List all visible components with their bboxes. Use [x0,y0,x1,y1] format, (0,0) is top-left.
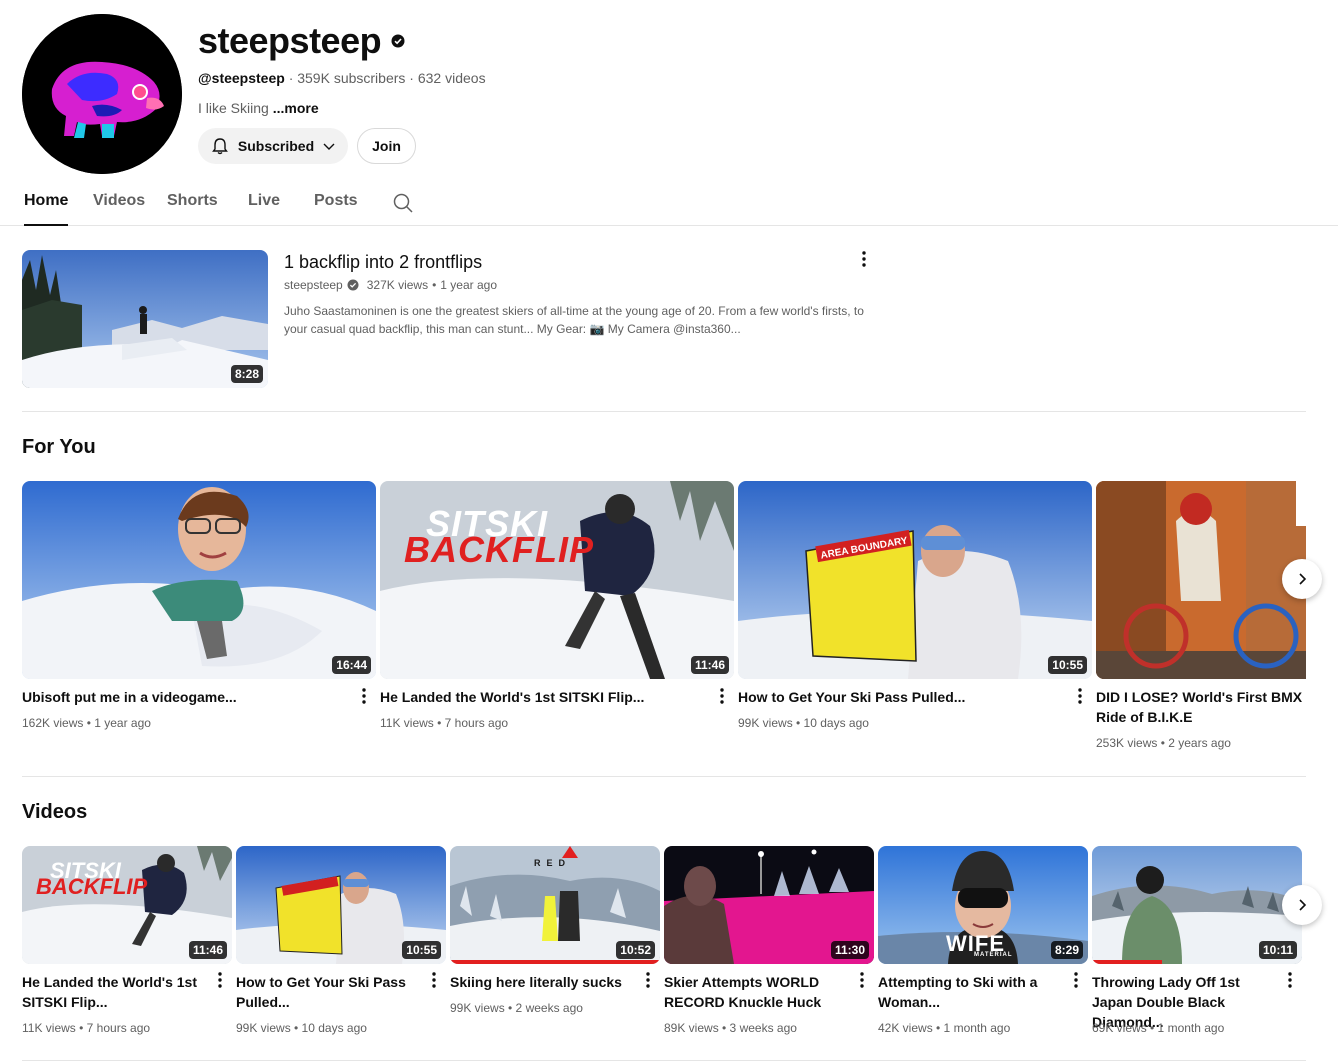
channel-avatar[interactable] [22,14,182,174]
shelf-next-button[interactable] [1282,559,1322,599]
more-actions-icon[interactable] [1068,684,1092,708]
duration-badge: 10:55 [1048,656,1087,674]
resort-logo-text: RED [534,858,572,868]
video-title[interactable]: How to Get Your Ski Pass Pulled... [236,972,422,1012]
more-actions-icon[interactable] [208,968,232,992]
tab-home[interactable]: Home [24,192,69,226]
video-thumbnail[interactable]: RED 10:52 [450,846,660,964]
video-meta: 253K views • 2 years ago [1096,736,1231,750]
channel-meta: @steepsteep · 359K subscribers · 632 vid… [198,70,486,86]
join-button[interactable]: Join [357,128,416,164]
more-actions-icon[interactable] [422,968,446,992]
join-label: Join [372,138,401,154]
video-title[interactable]: Attempting to Ski with a Woman... [878,972,1064,1012]
thumbnail-art [738,481,1092,679]
section-divider [22,1060,1306,1061]
subscriber-count: · 359K subscribers [288,70,406,86]
thumbnail-overlay-text: BACKFLIP [404,529,594,570]
video-title[interactable]: DID I LOSE? World's First BMX Ride of B.… [1096,687,1306,727]
search-icon[interactable] [392,192,414,214]
featured-title[interactable]: 1 backflip into 2 frontflips [284,252,482,273]
description-text: I like Skiing [198,100,269,116]
video-thumbnail[interactable]: 10:11 [1092,846,1302,964]
chevron-right-icon [1299,899,1307,911]
video-title[interactable]: He Landed the World's 1st SITSKI Flip... [22,972,208,1012]
duration-badge: 10:11 [1258,941,1297,959]
video-thumbnail[interactable] [1096,481,1306,679]
video-meta: 99K views • 10 days ago [236,1021,367,1035]
tab-live[interactable]: Live [248,192,280,226]
section-divider [22,411,1306,412]
video-title[interactable]: He Landed the World's 1st SITSKI Flip... [380,687,710,707]
more-actions-icon[interactable] [852,247,876,271]
video-thumbnail[interactable]: 16:44 [22,481,376,679]
featured-meta: steepsteep 327K views • 1 year ago [284,278,497,292]
thumbnail-overlay-subtext: MATERIAL [974,952,1013,958]
more-actions-icon[interactable] [636,968,660,992]
thumbnail-art [22,481,376,679]
video-meta: 69K views • 1 month ago [1092,1021,1225,1035]
tab-posts[interactable]: Posts [314,192,358,226]
more-actions-icon[interactable] [1278,968,1302,992]
duration-badge: 16:44 [332,656,371,674]
video-thumbnail[interactable]: 11:30 [664,846,874,964]
section-divider [22,776,1306,777]
video-title[interactable]: Ubisoft put me in a videogame... [22,687,352,707]
shelf-next-button[interactable] [1282,885,1322,925]
featured-age: 1 year ago [440,278,498,292]
verified-icon [347,279,359,291]
duration-badge: 11:46 [188,941,227,959]
more-actions-icon[interactable] [1064,968,1088,992]
video-meta: 89K views • 3 weeks ago [664,1021,797,1035]
chevron-down-icon [322,139,336,153]
tab-shorts[interactable]: Shorts [167,192,218,226]
more-actions-icon[interactable] [710,684,734,708]
subscribed-button[interactable]: Subscribed [198,128,348,164]
duration-badge: 10:55 [402,941,441,959]
video-thumbnail[interactable]: SITSKI BACKFLIP 11:46 [380,481,734,679]
channel-title: steepsteep [198,20,405,62]
verified-icon [391,34,405,48]
bell-icon [210,136,230,156]
thumbnail-overlay-text: BACKFLIP [36,874,148,899]
video-thumbnail[interactable]: AREA BOUNDARY 10:55 [738,481,1092,679]
for-you-heading: For You [22,436,96,458]
more-actions-icon[interactable] [850,968,874,992]
featured-views: 327K views [366,278,429,292]
avatar-boar-art [22,14,182,174]
video-thumbnail[interactable]: 10:55 [236,846,446,964]
channel-handle: @steepsteep [198,70,285,86]
video-title[interactable]: How to Get Your Ski Pass Pulled... [738,687,1068,707]
channel-description[interactable]: I like Skiing ...more [198,100,319,116]
video-title[interactable]: Skiing here literally sucks [450,972,636,992]
duration-badge: 8:28 [230,365,263,383]
subscribed-label: Subscribed [237,138,315,154]
duration-badge: 11:46 [690,656,729,674]
more-link[interactable]: ...more [273,100,319,116]
videos-heading: Videos [22,801,88,823]
channel-name: steepsteep [198,20,382,61]
video-meta: 162K views • 1 year ago [22,716,151,730]
video-count: · 632 videos [409,70,486,86]
featured-thumbnail[interactable]: 8:28 [22,250,268,388]
meta-separator: • [432,278,437,292]
featured-description: Juho Saastamoninen is one the greatest s… [284,304,864,336]
video-meta: 42K views • 1 month ago [878,1021,1011,1035]
channel-tabs: Home Videos Shorts Live Posts [0,178,1338,226]
featured-channel[interactable]: steepsteep [284,278,343,292]
video-thumbnail[interactable]: SITSKI BACKFLIP 11:46 [22,846,232,964]
thumbnail-art [1096,481,1306,679]
video-meta: 99K views • 10 days ago [738,716,869,730]
tab-videos[interactable]: Videos [93,192,145,226]
duration-badge: 8:29 [1050,941,1083,959]
chevron-right-icon [1299,573,1307,585]
more-actions-icon[interactable] [352,684,376,708]
duration-badge: 11:30 [830,941,869,959]
video-title[interactable]: Skier Attempts WORLD RECORD Knuckle Huck [664,972,850,1012]
video-meta: 11K views • 7 hours ago [22,1021,151,1035]
video-meta: 99K views • 2 weeks ago [450,1001,583,1015]
video-thumbnail[interactable]: WIFE MATERIAL 8:29 [878,846,1088,964]
duration-badge: 10:52 [616,941,655,959]
video-meta: 11K views • 7 hours ago [380,716,509,730]
